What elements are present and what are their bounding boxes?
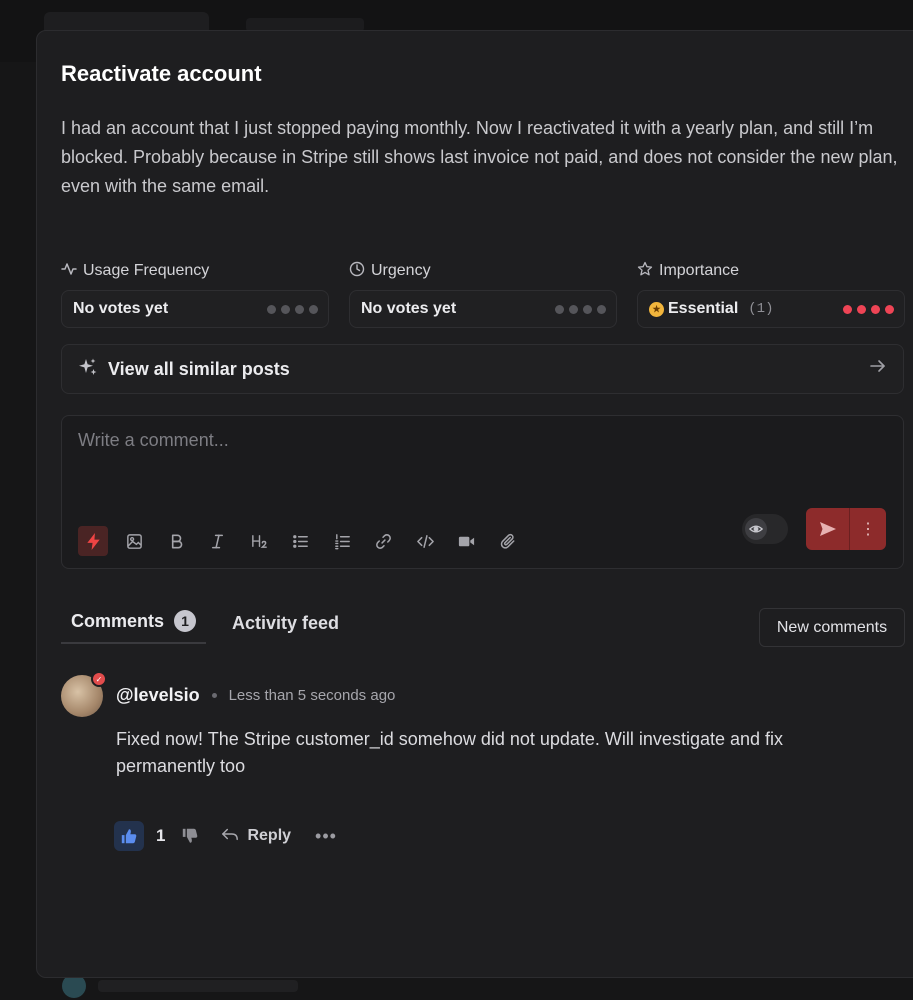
visibility-toggle[interactable] (742, 514, 788, 544)
metric-label: Urgency (349, 259, 617, 283)
vote-count: (1) (748, 301, 774, 317)
comment-body: Fixed now! The Stripe customer_id someho… (116, 729, 784, 776)
verified-badge-icon: ✓ (91, 671, 107, 687)
vote-dot (267, 304, 276, 314)
vote-dots (843, 304, 894, 314)
comment-actions: 1 Reply ••• (114, 821, 337, 851)
vote-dots (267, 304, 318, 314)
metric-value: No votes yet (361, 300, 457, 317)
heading-icon[interactable] (244, 526, 274, 556)
metric-usage-frequency: Usage Frequency No votes yet (61, 259, 329, 328)
vote-dot (843, 304, 852, 314)
formatting-toolbar (78, 526, 535, 556)
bullet-list-icon[interactable] (286, 526, 316, 556)
metric-value: No votes yet (73, 300, 169, 317)
post-modal: Reactivate account I had an account that… (36, 30, 913, 978)
vote-dot (295, 304, 304, 314)
arrow-right-icon (869, 357, 887, 381)
metric-vote-box[interactable]: ★ Essential (1) (637, 290, 905, 328)
metric-vote-box[interactable]: No votes yet (61, 290, 329, 328)
metric-vote-box[interactable]: No votes yet (349, 290, 617, 328)
comment-input[interactable] (78, 430, 718, 490)
similar-posts-label: View all similar posts (108, 358, 290, 379)
new-comments-button[interactable]: New comments (759, 608, 905, 647)
comment-composer: ⋮ (61, 415, 904, 569)
clock-icon (349, 261, 365, 282)
numbered-list-icon[interactable] (327, 526, 357, 556)
tab-activity-feed[interactable]: Activity feed (222, 609, 349, 644)
image-icon[interactable] (120, 526, 150, 556)
star-struck-emoji-icon: ★ (649, 301, 664, 317)
tab-label: Activity feed (232, 613, 340, 633)
background-blurred-text (98, 980, 298, 992)
comment-username[interactable]: @levelsio (116, 685, 200, 706)
vote-dot (857, 304, 866, 314)
metric-label: Importance (637, 259, 905, 283)
video-icon[interactable] (452, 526, 482, 556)
lightning-icon[interactable] (78, 526, 108, 556)
like-count: 1 (156, 826, 166, 845)
reply-button[interactable]: Reply (221, 825, 291, 848)
eye-icon (745, 518, 767, 540)
more-horizontal-icon[interactable]: ••• (315, 826, 337, 847)
vote-dot (309, 304, 318, 314)
tab-comments[interactable]: Comments 1 (61, 606, 207, 644)
vote-dot (885, 304, 894, 314)
comments-count-badge: 1 (174, 610, 197, 632)
vote-dot (569, 304, 578, 314)
tab-label: Comments (71, 610, 165, 631)
comment-tabs: Comments 1 Activity feed (61, 606, 349, 644)
reply-label: Reply (247, 827, 292, 844)
reply-arrow-icon (221, 825, 239, 848)
post-title: Reactivate account (61, 61, 262, 86)
vote-dot (583, 304, 592, 314)
send-button-group: ⋮ (806, 508, 886, 550)
activity-icon (61, 261, 77, 282)
sparkles-icon (78, 357, 98, 382)
vote-dot (597, 304, 606, 314)
comment-header: @levelsio Less than 5 seconds ago (116, 685, 395, 706)
metric-value-group: ★ Essential (1) (649, 300, 773, 318)
vote-dot (555, 304, 564, 314)
separator-dot (211, 693, 217, 698)
view-similar-posts-button[interactable]: View all similar posts (61, 344, 904, 394)
more-vertical-icon[interactable]: ⋮ (850, 508, 886, 550)
metric-label: Usage Frequency (61, 259, 329, 283)
metric-importance: Importance ★ Essential (1) (637, 259, 905, 328)
send-button[interactable] (806, 508, 850, 550)
metric-value: Essential (668, 300, 739, 317)
bold-icon[interactable] (161, 526, 191, 556)
metric-urgency: Urgency No votes yet (349, 259, 617, 328)
italic-icon[interactable] (203, 526, 233, 556)
vote-dots (555, 304, 606, 314)
vote-dot (871, 304, 880, 314)
code-icon[interactable] (410, 526, 440, 556)
post-description: I had an account that I just stopped pay… (61, 118, 898, 196)
star-icon (637, 261, 653, 282)
vote-dot (281, 304, 290, 314)
attachment-icon[interactable] (493, 526, 523, 556)
thumbs-up-icon[interactable] (114, 821, 144, 851)
thumbs-down-icon[interactable] (179, 825, 201, 847)
comment-timestamp: Less than 5 seconds ago (228, 687, 396, 704)
link-icon[interactable] (369, 526, 399, 556)
